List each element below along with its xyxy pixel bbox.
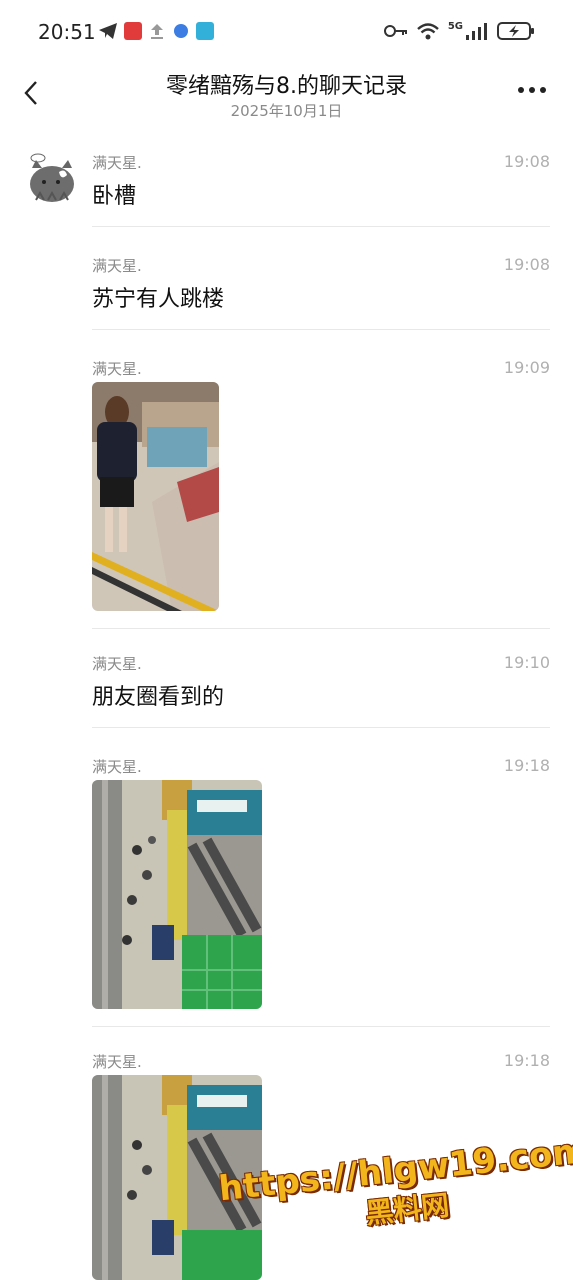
key-icon [383, 25, 407, 37]
browser-icon [174, 24, 188, 38]
divider [92, 628, 550, 629]
message-image[interactable] [92, 382, 219, 611]
message-sender: 满天星. [92, 360, 142, 378]
telegram-icon [99, 23, 117, 39]
message-text[interactable]: 朋友圈看到的 [92, 679, 224, 711]
reader-icon [196, 22, 214, 40]
signal-icon [466, 23, 487, 40]
app-badge-icon [124, 22, 142, 40]
message-text[interactable]: 卧槽 [92, 178, 136, 210]
message-text[interactable]: 苏宁有人跳楼 [92, 281, 224, 313]
wifi-icon [417, 23, 439, 40]
avatar[interactable] [26, 150, 78, 206]
upload-icon [151, 24, 163, 39]
status-time: 20:51 [38, 20, 96, 44]
watermark: https://hlgw19.com 黑料网 [217, 1131, 573, 1247]
message-time: 19:18 [503, 756, 550, 775]
status-bar: 20:51 5G [0, 0, 573, 64]
message-time: 19:18 [503, 1051, 550, 1070]
network-label: 5G [447, 20, 463, 32]
message-sender: 满天星. [92, 257, 142, 275]
page-title: 零绪黯殇与8.的聊天记录 [166, 74, 407, 99]
divider [92, 1026, 550, 1027]
status-left-icons [98, 22, 214, 40]
divider [92, 727, 550, 728]
message-time: 19:09 [503, 358, 550, 377]
message-image[interactable] [92, 780, 262, 1009]
divider [92, 226, 550, 227]
divider [92, 329, 550, 330]
message-time: 19:08 [503, 255, 550, 274]
message-sender: 满天星. [92, 1053, 142, 1071]
message-time: 19:10 [503, 653, 550, 672]
chat-history-header: 零绪黯殇与8.的聊天记录 2025年10月1日 [0, 64, 573, 134]
message-sender: 满天星. [92, 758, 142, 776]
battery-icon [497, 22, 534, 40]
message-sender: 满天星. [92, 655, 142, 673]
status-right-icons: 5G [383, 20, 535, 41]
more-options-icon[interactable] [517, 86, 547, 94]
message-sender: 满天星. [92, 154, 142, 172]
page-date: 2025年10月1日 [230, 102, 343, 120]
message-time: 19:08 [503, 152, 550, 171]
